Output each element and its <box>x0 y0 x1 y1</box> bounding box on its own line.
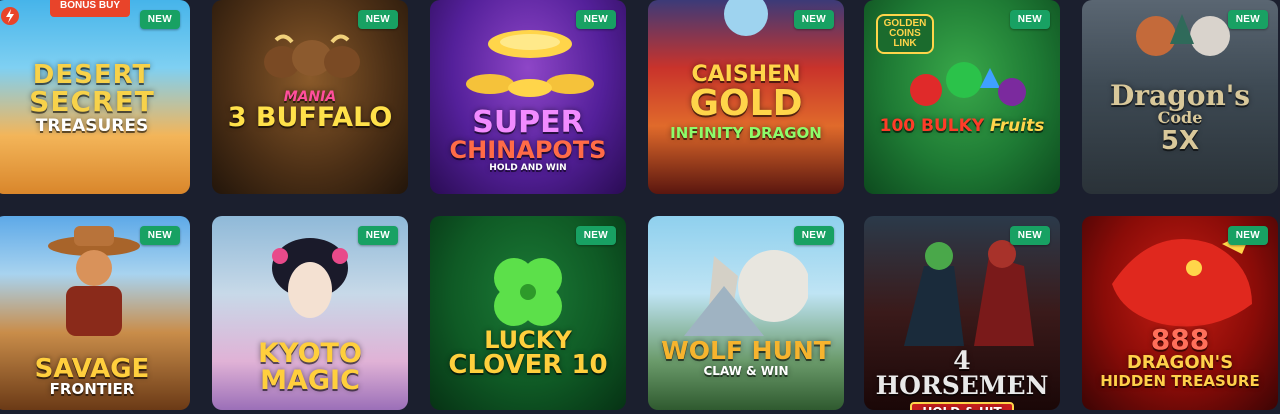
new-badge: NEW <box>793 10 834 29</box>
game-title: 100 BULKY Fruits <box>879 116 1045 136</box>
game-title: SAVAGE FRONTIER <box>34 354 150 398</box>
wolf-icon <box>684 250 808 336</box>
game-title: DESERT SECRET TREASURES <box>29 60 155 136</box>
fruits-icon <box>910 62 1026 106</box>
game-tile-100-bulky-fruits[interactable]: GOLDEN COINS LINK 100 BULKY Fruits NEW <box>864 0 1060 194</box>
new-badge: NEW <box>1009 10 1050 29</box>
bonus-buy-ribbon: BONUS BUY <box>49 0 130 17</box>
moon-icon <box>724 0 768 36</box>
new-badge: NEW <box>139 10 180 29</box>
game-title: 888 DRAGON'S HIDDEN TREASURE <box>1100 323 1260 390</box>
new-badge: NEW <box>357 10 398 29</box>
game-tile-kyoto-magic[interactable]: KYOTO MAGIC NEW <box>212 216 408 410</box>
new-badge: NEW <box>575 226 616 245</box>
game-tile-super-chinapots[interactable]: SUPER CHINAPOTS HOLD AND WIN NEW <box>430 0 626 194</box>
game-tile-dragons-code[interactable]: Dragon's Code 5X NEW <box>1082 0 1278 194</box>
buffalo-icon <box>264 34 360 78</box>
cowboy-icon <box>48 226 140 336</box>
game-tile-caishen-gold[interactable]: CAISHEN GOLD INFINITY DRAGON NEW <box>648 0 844 194</box>
new-badge: NEW <box>1227 226 1268 245</box>
game-title: MANIA 3 BUFFALO <box>227 89 393 133</box>
game-title: Dragon's Code 5X <box>1109 79 1251 156</box>
game-tile-wolf-hunt[interactable]: WOLF HUNT CLAW & WIN NEW <box>648 216 844 410</box>
game-title: CAISHEN GOLD INFINITY DRAGON <box>670 62 822 142</box>
new-badge: NEW <box>357 226 398 245</box>
game-title: KYOTO MAGIC <box>258 338 362 396</box>
new-badge: NEW <box>1227 10 1268 29</box>
golden-coins-link-logo: GOLDEN COINS LINK <box>876 14 934 54</box>
game-tile-savage-frontier[interactable]: SAVAGE FRONTIER NEW <box>0 216 190 410</box>
game-tile-3-buffalo[interactable]: MANIA 3 BUFFALO NEW <box>212 0 408 194</box>
gold-pot-icon <box>466 30 594 97</box>
game-tile-4-horsemen[interactable]: 4 HORSEMEN HOLD & HIT NEW <box>864 216 1060 410</box>
game-tile-lucky-clover-10[interactable]: LUCKY CLOVER 10 NEW <box>430 216 626 410</box>
brand-logo-icon <box>1 7 19 25</box>
new-badge: NEW <box>575 10 616 29</box>
geisha-icon <box>272 238 348 318</box>
game-title: LUCKY CLOVER 10 <box>448 326 608 380</box>
characters-icon <box>1136 14 1230 56</box>
new-badge: NEW <box>139 226 180 245</box>
game-tile-desert-secret-treasures[interactable]: BONUS BUY DESERT SECRET TREASURES NEW <box>0 0 190 194</box>
game-title: SUPER CHINAPOTS HOLD AND WIN <box>449 105 607 173</box>
new-badge: NEW <box>793 226 834 245</box>
new-badge: NEW <box>1009 226 1050 245</box>
game-tile-888-dragons-hidden-treasure[interactable]: 888 DRAGON'S HIDDEN TREASURE NEW <box>1082 216 1278 410</box>
game-title: WOLF HUNT CLAW & WIN <box>661 336 831 378</box>
game-title: 4 HORSEMEN HOLD & HIT <box>864 348 1060 410</box>
game-grid: BONUS BUY DESERT SECRET TREASURES NEW MA… <box>0 0 1280 414</box>
